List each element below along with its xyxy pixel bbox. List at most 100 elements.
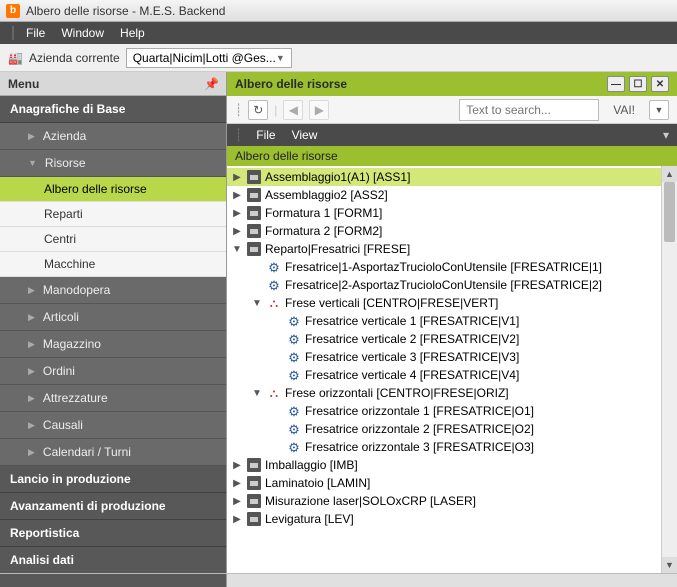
tree-node-form1[interactable]: Formatura 1 [FORM1] <box>227 204 677 222</box>
sidebar-item-magazzino[interactable]: ▶Magazzino <box>0 331 226 358</box>
department-icon <box>247 188 261 202</box>
tree-node-oriz[interactable]: ⛬Frese orizzontali [CENTRO|FRESE|ORIZ] <box>227 384 677 402</box>
tree-node-v2[interactable]: Fresatrice verticale 2 [FRESATRICE|V2] <box>227 330 677 348</box>
sidebar-sub-centri[interactable]: Centri <box>0 227 226 252</box>
sidebar-group-anagrafiche[interactable]: Anagrafiche di Base <box>0 96 226 123</box>
expand-icon[interactable] <box>231 460 243 471</box>
search-input[interactable] <box>459 99 599 121</box>
nav-back-button[interactable]: ◀ <box>283 100 303 120</box>
department-icon <box>247 476 261 490</box>
machine-icon <box>287 404 301 418</box>
chevron-down-icon: ▼ <box>28 158 37 168</box>
sidebar-sub-macchine[interactable]: Macchine <box>0 252 226 277</box>
collapse-icon[interactable] <box>251 388 263 399</box>
menubar-grip-icon: ┊ <box>235 128 242 142</box>
sidebar-group-analisi[interactable]: Analisi dati <box>0 547 226 573</box>
chevron-right-icon: ▶ <box>28 339 35 350</box>
tree-node-frese[interactable]: Reparto|Fresatrici [FRESE] <box>227 240 677 258</box>
expand-icon[interactable] <box>231 226 243 237</box>
tree-node-v1[interactable]: Fresatrice verticale 1 [FRESATRICE|V1] <box>227 312 677 330</box>
expand-icon[interactable] <box>231 208 243 219</box>
sidebar-group-reportistica[interactable]: Reportistica <box>0 520 226 547</box>
chevron-down-icon: ▼ <box>276 53 285 63</box>
maximize-button[interactable]: ☐ <box>629 76 647 92</box>
status-left <box>0 574 227 587</box>
sidebar-group-avanzamenti[interactable]: Avanzamenti di produzione <box>0 493 226 520</box>
machine-icon <box>287 332 301 346</box>
scroll-up-button[interactable]: ▲ <box>662 166 677 182</box>
refresh-button[interactable]: ↻ <box>248 100 268 120</box>
tree-node-ass2[interactable]: Assemblaggio2 [ASS2] <box>227 186 677 204</box>
panel-menu-file[interactable]: File <box>248 128 283 142</box>
resource-tree[interactable]: Assemblaggio1(A1) [ASS1] Assemblaggio2 [… <box>227 166 677 573</box>
expand-icon[interactable] <box>231 514 243 525</box>
pin-icon[interactable]: 📌 <box>204 77 218 91</box>
collapse-icon[interactable] <box>231 244 243 255</box>
azienda-combo[interactable]: Quarta|Nicim|Lotti @Ges... ▼ <box>126 48 292 68</box>
expand-icon[interactable] <box>231 172 243 183</box>
tree-node-lev[interactable]: Levigatura [LEV] <box>227 510 677 528</box>
department-icon <box>247 170 261 184</box>
tree-column-header[interactable]: Albero delle risorse <box>227 146 677 166</box>
panel-menu-view[interactable]: View <box>284 128 326 142</box>
tree-node-imb[interactable]: Imballaggio [IMB] <box>227 456 677 474</box>
expand-icon[interactable] <box>231 496 243 507</box>
scroll-down-button[interactable]: ▼ <box>662 557 677 573</box>
sidebar-sub-reparti[interactable]: Reparti <box>0 202 226 227</box>
nav-forward-button[interactable]: ▶ <box>309 100 329 120</box>
sidebar-body: Anagrafiche di Base ▶Azienda ▼Risorse Al… <box>0 96 226 573</box>
menu-window[interactable]: Window <box>53 26 112 40</box>
search-go-button[interactable]: VAI! <box>605 100 643 120</box>
sidebar-title: Menu <box>8 77 39 91</box>
sidebar-sub-albero[interactable]: Albero delle risorse <box>0 177 226 202</box>
chevron-right-icon: ▶ <box>28 393 35 404</box>
search-options-button[interactable]: ▼ <box>649 100 669 120</box>
tree-node-lamin[interactable]: Laminatoio [LAMIN] <box>227 474 677 492</box>
expand-icon[interactable] <box>231 478 243 489</box>
status-bar <box>0 573 677 587</box>
close-button[interactable]: ✕ <box>651 76 669 92</box>
sidebar-item-risorse[interactable]: ▼Risorse <box>0 150 226 177</box>
sidebar-item-ordini[interactable]: ▶Ordini <box>0 358 226 385</box>
chevron-right-icon: ▶ <box>28 447 35 458</box>
sidebar-item-causali[interactable]: ▶Causali <box>0 412 226 439</box>
tree-node-v3[interactable]: Fresatrice verticale 3 [FRESATRICE|V3] <box>227 348 677 366</box>
chevron-right-icon: ▶ <box>28 366 35 377</box>
tree-node-fres2[interactable]: Fresatrice|2-AsportazTrucioloConUtensile… <box>227 276 677 294</box>
tree-node-form2[interactable]: Formatura 2 [FORM2] <box>227 222 677 240</box>
department-icon <box>247 224 261 238</box>
tree-node-o1[interactable]: Fresatrice orizzontale 1 [FRESATRICE|O1] <box>227 402 677 420</box>
panel-menubar: ┊ File View ▾ <box>227 124 677 146</box>
sidebar-item-azienda[interactable]: ▶Azienda <box>0 123 226 150</box>
sidebar-item-calendari[interactable]: ▶Calendari / Turni <box>0 439 226 466</box>
menu-help[interactable]: Help <box>112 26 153 40</box>
content-panel: Albero delle risorse — ☐ ✕ ┊ ↻ | ◀ ▶ VAI… <box>227 72 677 573</box>
tree-node-laser[interactable]: Misurazione laser|SOLOxCRP [LASER] <box>227 492 677 510</box>
panel-menu-overflow[interactable]: ▾ <box>663 128 669 142</box>
sidebar-group-lancio[interactable]: Lancio in produzione <box>0 466 226 493</box>
tree-node-fres1[interactable]: Fresatrice|1-AsportazTrucioloConUtensile… <box>227 258 677 276</box>
expand-icon[interactable] <box>231 190 243 201</box>
tree-node-o2[interactable]: Fresatrice orizzontale 2 [FRESATRICE|O2] <box>227 420 677 438</box>
panel-title: Albero delle risorse <box>235 77 347 91</box>
panel-toolbar: ┊ ↻ | ◀ ▶ VAI! ▼ <box>227 96 677 124</box>
tree-node-v4[interactable]: Fresatrice verticale 4 [FRESATRICE|V4] <box>227 366 677 384</box>
tree-node-o3[interactable]: Fresatrice orizzontale 3 [FRESATRICE|O3] <box>227 438 677 456</box>
workcenter-icon: ⛬ <box>267 386 281 400</box>
azienda-combo-value: Quarta|Nicim|Lotti @Ges... <box>133 51 276 65</box>
department-icon <box>247 458 261 472</box>
machine-icon <box>287 350 301 364</box>
sidebar-item-manodopera[interactable]: ▶Manodopera <box>0 277 226 304</box>
menu-file[interactable]: File <box>18 26 53 40</box>
minimize-button[interactable]: — <box>607 76 625 92</box>
sidebar-item-attrezzature[interactable]: ▶Attrezzature <box>0 385 226 412</box>
tree-node-vert[interactable]: ⛬Frese verticali [CENTRO|FRESE|VERT] <box>227 294 677 312</box>
tree-scrollbar[interactable]: ▲ ▼ <box>661 166 677 573</box>
sidebar-item-articoli[interactable]: ▶Articoli <box>0 304 226 331</box>
toolbar-grip-icon: ┊ <box>235 103 242 117</box>
department-icon <box>247 512 261 526</box>
chevron-right-icon: ▶ <box>28 131 35 142</box>
tree-node-ass1[interactable]: Assemblaggio1(A1) [ASS1] <box>227 168 677 186</box>
scroll-thumb[interactable] <box>664 182 675 242</box>
collapse-icon[interactable] <box>251 298 263 309</box>
